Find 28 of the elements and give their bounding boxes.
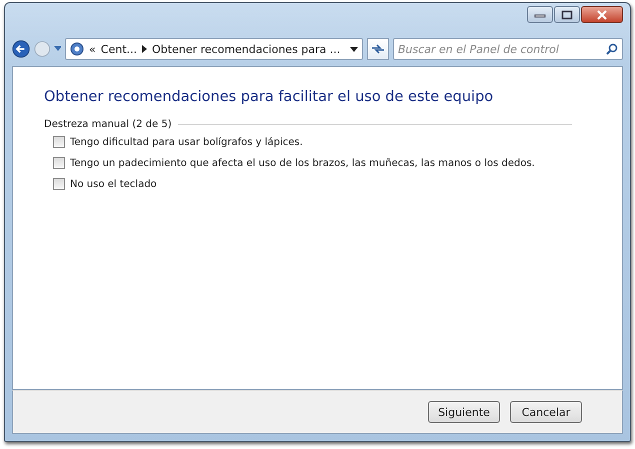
search-field[interactable]: Buscar en el Panel de control	[392, 38, 623, 60]
search-icon[interactable]	[606, 43, 618, 55]
control-panel-icon	[70, 42, 84, 56]
chevron-icon[interactable]	[142, 45, 148, 53]
checkbox[interactable]	[53, 178, 65, 190]
close-icon	[596, 10, 608, 20]
checkbox-label[interactable]: Tengo dificultad para usar bolígrafos y lápices.	[70, 136, 303, 148]
back-icon[interactable]	[12, 38, 30, 60]
close-button[interactable]	[581, 6, 623, 23]
dialog-button[interactable]: Siguiente	[428, 401, 500, 423]
minimize-button[interactable]	[527, 6, 553, 23]
checkbox-label[interactable]: Tengo un padecimiento que afecta el uso de los brazos, las muñecas, las manos o los dedos.	[70, 158, 535, 168]
page-heading: Obtener recomendaciones para facilitar el uso de este equipo	[44, 89, 494, 105]
checkbox-label[interactable]: No uso el teclado	[70, 178, 157, 190]
refresh-button[interactable]	[367, 38, 389, 60]
breadcrumb-item[interactable]: Cent...	[100, 42, 138, 56]
breadcrumb-overflow[interactable]: «	[89, 42, 96, 56]
minimize-icon	[534, 12, 546, 18]
dropdown-arrow-icon[interactable]	[350, 46, 358, 52]
checkbox[interactable]	[53, 136, 65, 148]
address-bar[interactable]: « Cent... Obtener recomendaciones para ...	[65, 38, 364, 60]
group-title: Destreza manual (2 de 5)	[44, 119, 172, 130]
maximize-button[interactable]	[554, 6, 580, 23]
dialog-button[interactable]: Cancelar	[510, 401, 582, 423]
checkbox[interactable]	[53, 157, 65, 169]
maximize-icon	[561, 10, 573, 20]
refresh-icon	[371, 43, 386, 55]
breadcrumb-item[interactable]: Obtener recomendaciones para ...	[152, 42, 340, 56]
